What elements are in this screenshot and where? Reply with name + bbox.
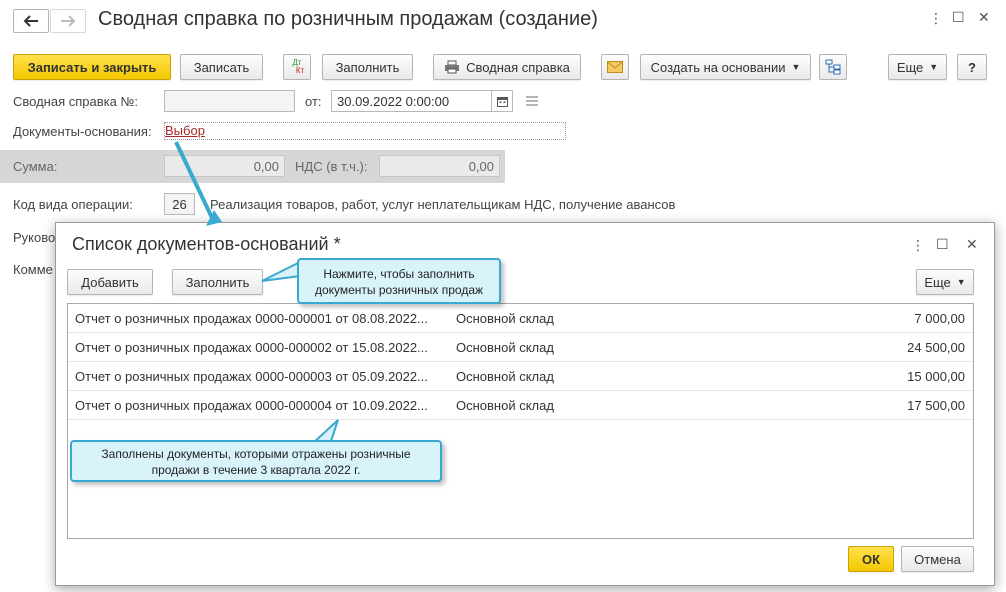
vat-field: 0,00 bbox=[379, 155, 500, 177]
save-button[interactable]: Записать bbox=[180, 54, 263, 80]
operation-code-description: Реализация товаров, работ, услуг неплате… bbox=[210, 197, 676, 212]
documents-basis-label: Документы-основания: bbox=[13, 124, 152, 139]
structure-icon bbox=[825, 59, 841, 75]
table-row[interactable]: Отчет о розничных продажах 0000-000004 о… bbox=[68, 391, 973, 420]
head-label: Руково bbox=[13, 230, 56, 245]
dialog-fill-button[interactable]: Заполнить bbox=[172, 269, 263, 295]
table-row[interactable]: Отчет о розничных продажах 0000-000002 о… bbox=[68, 333, 973, 362]
dropdown-arrow-icon: ▼ bbox=[791, 62, 801, 72]
dropdown-arrow-icon: ▼ bbox=[956, 277, 966, 287]
dt-kt-icon: Дт Кт bbox=[292, 58, 305, 75]
dropdown-arrow-icon: ▼ bbox=[929, 62, 939, 72]
add-button[interactable]: Добавить bbox=[67, 269, 153, 295]
warehouse-cell: Основной склад bbox=[456, 398, 554, 413]
cancel-button[interactable]: Отмена bbox=[901, 546, 974, 572]
documents-basis-field[interactable] bbox=[164, 122, 566, 140]
calendar-button[interactable] bbox=[492, 90, 513, 112]
number-label: Сводная справка №: bbox=[13, 94, 139, 109]
maximize-icon[interactable]: ☐ bbox=[952, 9, 965, 26]
vat-label: НДС (в т.ч.): bbox=[295, 159, 368, 174]
amount-cell: 24 500,00 bbox=[907, 340, 965, 355]
printer-icon bbox=[445, 60, 460, 74]
sum-label: Сумма: bbox=[13, 159, 58, 174]
date-from-label: от: bbox=[305, 94, 322, 109]
calendar-icon bbox=[496, 96, 508, 107]
document-cell: Отчет о розничных продажах 0000-000004 о… bbox=[75, 398, 428, 413]
amount-cell: 15 000,00 bbox=[907, 369, 965, 384]
more-button[interactable]: Еще ▼ bbox=[888, 54, 947, 80]
structure-button[interactable] bbox=[819, 54, 847, 80]
documents-select-link[interactable]: Выбор bbox=[165, 123, 205, 138]
more-options-icon[interactable]: ⋮ bbox=[929, 10, 943, 27]
date-field[interactable]: 30.09.2022 0:00:00 bbox=[331, 90, 492, 112]
document-cell: Отчет о розничных продажах 0000-000002 о… bbox=[75, 340, 428, 355]
warehouse-cell: Основной склад bbox=[456, 340, 554, 355]
table-row[interactable]: Отчет о розничных продажах 0000-000003 о… bbox=[68, 362, 973, 391]
email-button[interactable] bbox=[601, 54, 629, 80]
save-and-close-button[interactable]: Записать и закрыть bbox=[13, 54, 171, 80]
amount-cell: 7 000,00 bbox=[914, 311, 965, 326]
dialog-title: Список документов-оснований * bbox=[72, 234, 341, 254]
dt-kt-button[interactable]: Дт Кт bbox=[283, 54, 311, 80]
arrow-right-icon bbox=[61, 15, 76, 27]
comment-lines-icon[interactable] bbox=[525, 96, 539, 106]
forward-button[interactable] bbox=[50, 9, 86, 33]
number-field[interactable] bbox=[164, 90, 295, 112]
warehouse-cell: Основной склад bbox=[456, 369, 554, 384]
document-cell: Отчет о розничных продажах 0000-000003 о… bbox=[75, 369, 428, 384]
page-title: Сводная справка по розничным продажам (с… bbox=[98, 8, 598, 30]
amount-cell: 17 500,00 bbox=[907, 398, 965, 413]
close-icon[interactable]: ✕ bbox=[978, 9, 990, 26]
dialog-more-button[interactable]: Еще ▼ bbox=[916, 269, 974, 295]
operation-code-field[interactable]: 26 bbox=[164, 193, 195, 215]
envelope-icon bbox=[607, 61, 623, 73]
sum-field: 0,00 bbox=[164, 155, 285, 177]
create-based-on-button[interactable]: Создать на основании ▼ bbox=[640, 54, 811, 80]
warehouse-cell: Основной склад bbox=[456, 311, 554, 326]
help-button[interactable]: ? bbox=[957, 54, 987, 80]
dialog-close-icon[interactable]: ✕ bbox=[966, 236, 978, 253]
summary-print-button[interactable]: Сводная справка bbox=[433, 54, 581, 80]
dialog-maximize-icon[interactable]: ☐ bbox=[936, 236, 949, 253]
fill-hint-callout: Нажмите, чтобы заполнить документы розни… bbox=[297, 258, 501, 304]
arrow-left-icon bbox=[23, 15, 38, 27]
back-button[interactable] bbox=[13, 9, 49, 33]
fill-button[interactable]: Заполнить bbox=[322, 54, 413, 80]
filled-hint-callout: Заполнены документы, которыми отражены р… bbox=[70, 440, 442, 482]
table-row[interactable]: Отчет о розничных продажах 0000-000001 о… bbox=[68, 304, 973, 333]
operation-code-label: Код вида операции: bbox=[13, 197, 133, 212]
comment-label: Комме bbox=[13, 262, 53, 277]
ok-button[interactable]: ОК bbox=[848, 546, 894, 572]
document-cell: Отчет о розничных продажах 0000-000001 о… bbox=[75, 311, 428, 326]
dialog-more-icon[interactable]: ⋮ bbox=[911, 237, 925, 254]
